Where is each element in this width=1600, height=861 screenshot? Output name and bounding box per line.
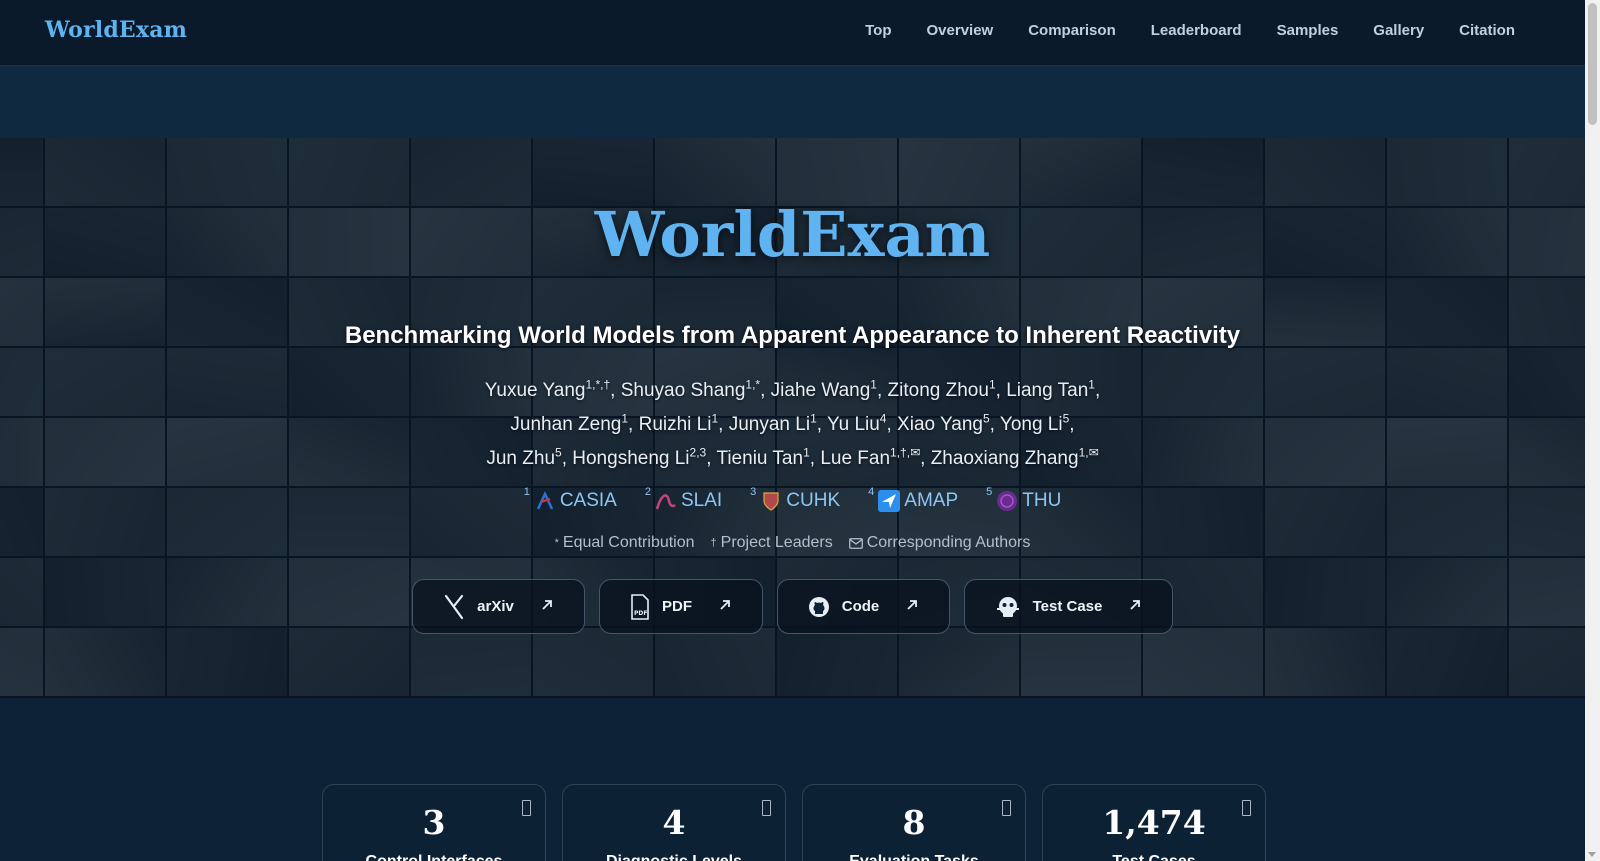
affiliation-slai[interactable]: 2 SLAI [645,486,722,512]
robot-icon [996,596,1019,617]
author: Yuxue Yang1,*,† [484,377,611,401]
nav-link-top[interactable]: Top [865,22,891,39]
nav-link-samples[interactable]: Samples [1277,22,1339,39]
scroll-down-arrow-icon[interactable] [1588,852,1596,857]
stats-row: 3 Control Interfaces 4 Diagnostic Levels… [322,784,1266,861]
nav-link-comparison[interactable]: Comparison [1028,22,1116,39]
nav-links: Top Overview Comparison Leaderboard Samp… [865,22,1515,39]
top-nav: WorldExam Top Overview Comparison Leader… [0,0,1585,66]
amap-logo-icon [878,490,901,512]
pdf-icon: PDF [631,593,649,620]
nav-link-gallery[interactable]: Gallery [1373,22,1424,39]
author: Zhaoxiang Zhang1,✉ [930,445,1099,469]
code-button[interactable]: Code [777,579,950,634]
affiliation-casia[interactable]: 1 CASIA [524,486,617,512]
hero-section: WorldExam Benchmarking World Models from… [0,138,1585,698]
nav-link-overview[interactable]: Overview [927,22,994,39]
test-case-button[interactable]: Test Case [964,579,1173,634]
thu-logo-icon [996,490,1018,512]
stat-card-diagnostic-levels: 4 Diagnostic Levels [562,784,786,861]
stat-card-control-interfaces: 3 Control Interfaces [322,784,546,861]
affiliation-cuhk[interactable]: 3 CUHK [750,486,840,512]
author: Tieniu Tan1 [716,445,810,469]
contribution-notes: * Equal Contribution † Project Leaders Cor… [0,534,1585,552]
author: Shuyao Shang1,* [620,377,761,401]
author: Yong Li5 [999,411,1070,435]
author-line-2: Junhan Zeng1, Ruizhi Li1, Junyan Li1, Yu… [510,411,1075,435]
brand-logo[interactable]: WorldExam [45,17,187,43]
slai-logo-icon [655,490,677,512]
hero-title: WorldExam [594,198,991,271]
author: Junhan Zeng1 [510,411,629,435]
scrollbar-thumb[interactable] [1588,3,1597,125]
author: Liang Tan1 [1006,377,1095,401]
author: Ruizhi Li1 [638,411,719,435]
github-icon [808,596,829,617]
author: Yu Liu4 [826,411,887,435]
author: Jiahe Wang1 [770,377,877,401]
affiliations: 1 CASIA 2 SLAI 3 CUHK 4 AMAP 5 THU [0,486,1585,512]
external-link-icon [1128,598,1142,616]
note-equal-contribution: * Equal Contribution [554,534,695,551]
hero-top-band [0,66,1585,138]
svg-text:PDF: PDF [634,610,647,617]
nav-link-citation[interactable]: Citation [1459,22,1515,39]
note-corresponding-authors: Corresponding Authors [848,534,1030,552]
link-buttons: arXiv PDF PDF Code Test Case [0,579,1585,634]
external-link-icon [905,598,919,616]
nav-link-leaderboard[interactable]: Leaderboard [1151,22,1242,39]
page-scrollbar[interactable] [1585,0,1600,861]
stat-card-test-cases: 1,474 Test Cases [1042,784,1266,861]
author-line-1: Yuxue Yang1,*,†, Shuyao Shang1,*, Jiahe … [484,377,1101,401]
pdf-button[interactable]: PDF PDF [599,579,763,634]
stat-card-evaluation-tasks: 8 Evaluation Tasks [802,784,1026,861]
cuhk-logo-icon [760,490,782,512]
author-line-3: Jun Zhu5, Hongsheng Li2,3, Tieniu Tan1, … [486,445,1099,469]
mail-icon [848,537,863,549]
note-project-leaders: † Project Leaders [710,534,833,551]
arxiv-icon [445,594,464,619]
arxiv-button[interactable]: arXiv [412,579,585,634]
author: Zitong Zhou1 [887,377,996,401]
author: Lue Fan1,†,✉ [820,445,921,469]
external-link-icon [718,598,732,616]
affiliation-thu[interactable]: 5 THU [986,486,1061,512]
author: Xiao Yang5 [897,411,990,435]
author: Junyan Li1 [728,411,817,435]
author: Hongsheng Li2,3 [572,445,707,469]
affiliation-amap[interactable]: 4 AMAP [868,486,958,512]
hero-content: WorldExam Benchmarking World Models from… [0,138,1585,698]
hero-subtitle: Benchmarking World Models from Apparent … [344,322,1241,349]
author-list: Yuxue Yang1,*,†, Shuyao Shang1,*, Jiahe … [0,374,1585,476]
external-link-icon [540,598,554,616]
author: Jun Zhu5 [486,445,562,469]
casia-logo-icon [534,490,556,512]
